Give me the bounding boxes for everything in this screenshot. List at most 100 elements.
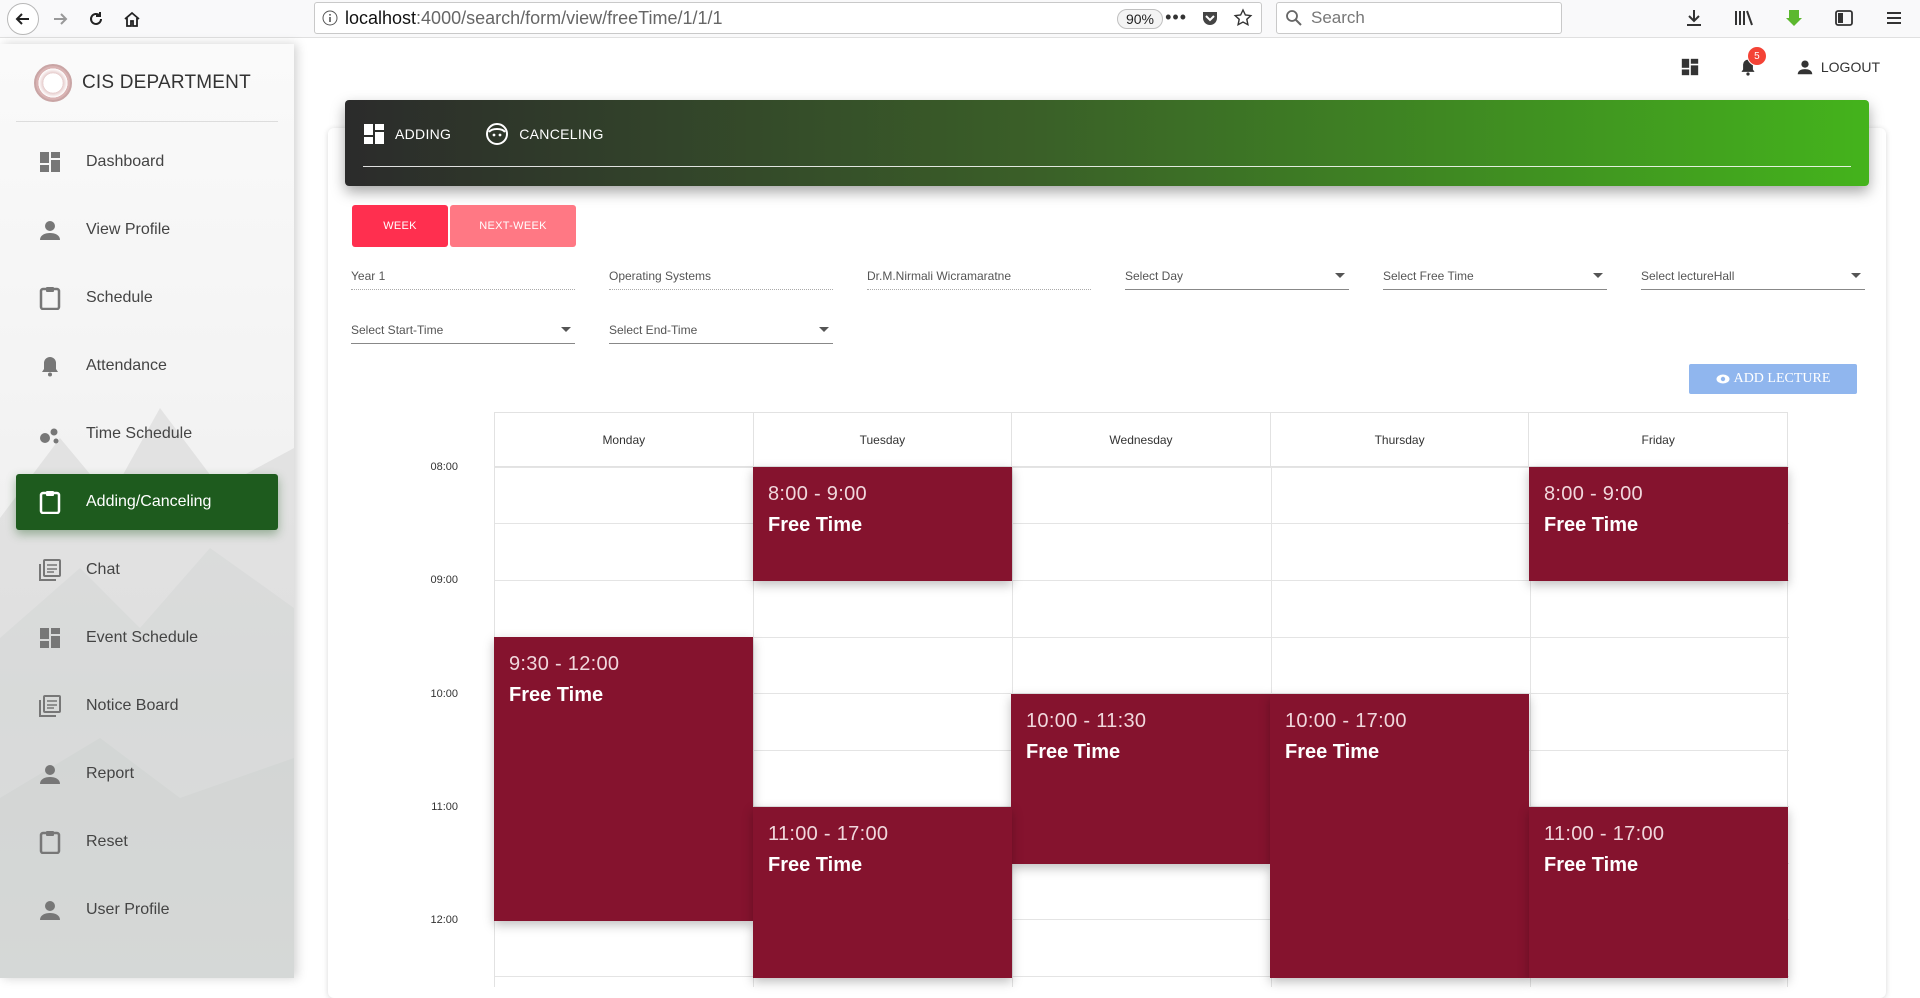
star-icon[interactable] [1233, 7, 1253, 28]
sidebar-item-view-profile[interactable]: View Profile [16, 202, 278, 258]
top-navbar: 5 LOGOUT [1681, 46, 1880, 76]
sidebar-item-report[interactable]: Report [16, 746, 278, 802]
sidebar-item-chat[interactable]: Chat [16, 542, 278, 598]
bubbles-icon [38, 422, 62, 446]
clipboard-icon [38, 830, 62, 854]
day-header: Wednesday [1012, 413, 1271, 466]
sidebar-item-schedule[interactable]: Schedule [16, 270, 278, 326]
sidebar-item-time-schedule[interactable]: Time Schedule [16, 406, 278, 462]
clipboard-icon [38, 490, 62, 514]
select-end-time-dropdown[interactable]: Select End-Time [609, 316, 833, 344]
arrow-left-icon [15, 12, 29, 25]
sidebar-item-label: Time Schedule [86, 425, 193, 442]
sidebar-item-reset[interactable]: Reset [16, 814, 278, 870]
tab-canceling[interactable]: CANCELING [485, 122, 603, 146]
time-label: 12:00 [430, 914, 458, 926]
dashboard-button[interactable] [1681, 58, 1699, 76]
chevron-down-icon [1593, 273, 1603, 278]
eye-icon [1716, 374, 1730, 384]
time-label: 08:00 [430, 461, 458, 473]
pocket-icon[interactable] [1201, 9, 1219, 27]
library-books-icon [38, 558, 62, 582]
lecturer-field[interactable]: Dr.M.Nirmali Wicramaratne [867, 262, 1091, 290]
person-icon [38, 218, 62, 242]
notifications-button[interactable]: 5 [1739, 46, 1767, 76]
add-lecture-button[interactable]: ADD LECTURE [1689, 364, 1857, 394]
sidebar: CIS DEPARTMENT Dashboard View Profile Sc… [0, 44, 294, 978]
calendar-event[interactable]: 9:30 - 12:00 Free Time [494, 637, 753, 921]
clipboard-icon [38, 286, 62, 310]
url-bar[interactable]: localhost:4000/search/form/view/freeTime… [314, 2, 1262, 34]
time-label: 10:00 [430, 688, 458, 700]
browser-search-input[interactable]: Search [1276, 2, 1562, 34]
url-text: localhost:4000/search/form/view/freeTime… [345, 7, 723, 28]
calendar-event[interactable]: 10:00 - 11:30 Free Time [1011, 694, 1270, 864]
extension-download-icon[interactable] [1780, 4, 1808, 32]
select-start-time-dropdown[interactable]: Select Start-Time [351, 316, 575, 344]
notification-badge: 5 [1746, 46, 1767, 66]
sidebar-toggle-icon[interactable] [1830, 4, 1858, 32]
forward-button[interactable] [42, 1, 78, 37]
week-calendar: Monday Tuesday Wednesday Thursday Friday… [494, 412, 1789, 987]
home-icon [124, 11, 140, 27]
chevron-down-icon [561, 327, 571, 332]
department-logo [34, 63, 72, 102]
dashboard-icon [38, 626, 62, 650]
tab-label: CANCELING [519, 126, 604, 142]
logout-button[interactable]: LOGOUT [1797, 59, 1880, 75]
tab-underline [363, 166, 1851, 167]
sidebar-item-label: Reset [86, 833, 128, 850]
sidebar-item-event-schedule[interactable]: Event Schedule [16, 610, 278, 666]
day-header: Thursday [1271, 413, 1530, 466]
site-info-icon[interactable] [315, 10, 345, 26]
sidebar-item-adding-canceling[interactable]: Adding/Canceling [16, 474, 278, 530]
sidebar-item-notice-board[interactable]: Notice Board [16, 678, 278, 734]
tab-label: ADDING [395, 126, 452, 142]
sidebar-item-label: Report [86, 765, 135, 782]
back-button[interactable] [4, 1, 42, 37]
home-button[interactable] [114, 1, 150, 37]
brand-title: CIS DEPARTMENT [82, 71, 251, 93]
calendar-event[interactable]: 8:00 - 9:00 Free Time [1529, 467, 1788, 581]
card-header: ADDING CANCELING [345, 100, 1869, 186]
year-field[interactable]: Year 1 [351, 262, 575, 290]
time-label: 11:00 [431, 801, 458, 813]
library-books-icon [38, 694, 62, 718]
reload-button[interactable] [78, 1, 114, 37]
calendar-event[interactable]: 11:00 - 17:00 Free Time [1529, 807, 1788, 978]
menu-icon[interactable] [1880, 4, 1908, 32]
person-icon [38, 898, 62, 922]
next-week-button[interactable]: NEXT-WEEK [450, 205, 576, 247]
logout-label: LOGOUT [1820, 59, 1880, 75]
sidebar-item-label: Adding/Canceling [86, 493, 212, 510]
chevron-down-icon [819, 327, 829, 332]
select-day-dropdown[interactable]: Select Day [1125, 262, 1349, 290]
library-icon[interactable] [1730, 4, 1758, 32]
page-actions-icon[interactable]: ••• [1165, 7, 1187, 28]
reload-icon [90, 11, 102, 25]
sidebar-brand[interactable]: CIS DEPARTMENT [16, 44, 278, 122]
calendar-event[interactable]: 11:00 - 17:00 Free Time [753, 807, 1012, 978]
chevron-down-icon [1851, 273, 1861, 278]
day-header: Tuesday [754, 413, 1013, 466]
calendar-event[interactable]: 8:00 - 9:00 Free Time [753, 467, 1012, 581]
time-label: 09:00 [430, 574, 458, 586]
tab-adding[interactable]: ADDING [363, 122, 451, 146]
select-lecture-hall-dropdown[interactable]: Select lectureHall [1641, 262, 1865, 290]
week-button[interactable]: WEEK [352, 205, 448, 247]
dashboard-icon [1681, 58, 1699, 76]
sidebar-item-label: View Profile [86, 221, 171, 238]
select-free-time-dropdown[interactable]: Select Free Time [1383, 262, 1607, 290]
sidebar-item-attendance[interactable]: Attendance [16, 338, 278, 394]
sidebar-item-dashboard[interactable]: Dashboard [16, 134, 278, 190]
day-header: Friday [1641, 432, 1675, 447]
dashboard-icon [364, 124, 384, 144]
zoom-level[interactable]: 90% [1116, 9, 1163, 29]
browser-toolbar: localhost:4000/search/form/view/freeTime… [0, 0, 1920, 38]
subject-field[interactable]: Operating Systems [609, 262, 833, 290]
calendar-header: Monday Tuesday Wednesday Thursday Friday [494, 412, 1788, 467]
sidebar-item-user-profile[interactable]: User Profile [16, 882, 278, 938]
chevron-down-icon [1335, 273, 1345, 278]
calendar-event[interactable]: 10:00 - 17:00 Free Time [1270, 694, 1529, 978]
download-icon[interactable] [1680, 4, 1708, 32]
